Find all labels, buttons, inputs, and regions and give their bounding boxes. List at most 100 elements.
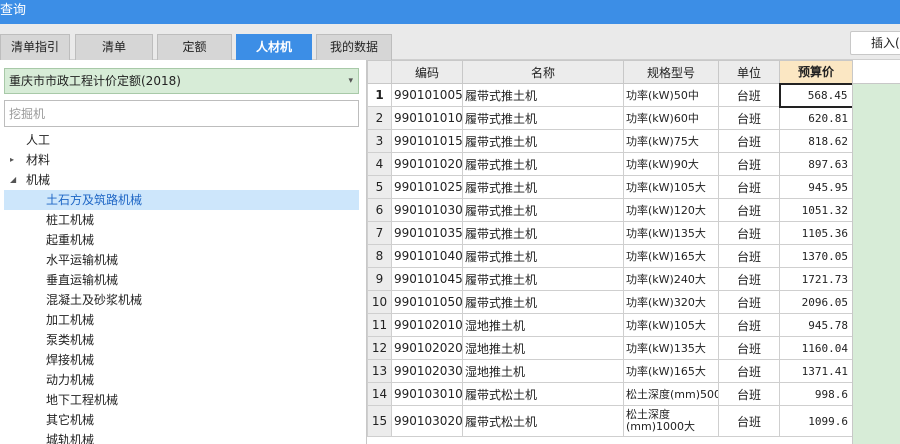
cell-name[interactable]: 履带式推土机 [462,198,624,222]
row-number[interactable]: 2 [367,106,392,130]
cell-spec[interactable]: 功率(kW)60中 [623,106,719,130]
cell-name[interactable]: 履带式推土机 [462,267,624,291]
row-number[interactable]: 13 [367,359,392,383]
cell-spec[interactable]: 功率(kW)120大 [623,198,719,222]
cell-name[interactable]: 湿地推土机 [462,313,624,337]
row-number[interactable]: 1 [367,83,392,107]
row-number[interactable]: 15 [367,405,392,437]
cell-unit[interactable]: 台班 [718,83,780,107]
row-number[interactable]: 8 [367,244,392,268]
table-row[interactable]: 3 990101015 履带式推土机 功率(kW)75大 台班 818.62 [367,129,853,153]
cell-code[interactable]: 990101050 [391,290,463,314]
tree-item-lifting-machinery[interactable]: 起重机械 [46,230,356,250]
tree-item-other[interactable]: 其它机械 [46,410,356,430]
row-number[interactable]: 6 [367,198,392,222]
tree-item-machinery[interactable]: ◢ 机械 [10,170,356,190]
cell-spec[interactable]: 松土深度(mm)500大 [623,382,719,406]
cell-unit[interactable]: 台班 [718,106,780,130]
row-number[interactable]: 9 [367,267,392,291]
row-number[interactable]: 3 [367,129,392,153]
cell-code[interactable]: 990101010 [391,106,463,130]
row-number[interactable]: 5 [367,175,392,199]
row-number[interactable]: 10 [367,290,392,314]
tab-bill-guide[interactable]: 清单指引 [0,34,70,60]
tab-labor-material-machine[interactable]: 人材机 [236,34,312,60]
row-number[interactable]: 11 [367,313,392,337]
table-row[interactable]: 11 990102010 湿地推土机 功率(kW)105大 台班 945.78 [367,313,853,337]
cell-budget-price[interactable]: 1371.41 [779,359,853,383]
cell-name[interactable]: 履带式推土机 [462,290,624,314]
column-header-code[interactable]: 编码 [391,60,463,84]
cell-unit[interactable]: 台班 [718,244,780,268]
column-header-unit[interactable]: 单位 [718,60,780,84]
cell-code[interactable]: 990102010 [391,313,463,337]
cell-code[interactable]: 990101045 [391,267,463,291]
tree-item-welding[interactable]: 焊接机械 [46,350,356,370]
cell-unit[interactable]: 台班 [718,359,780,383]
tab-my-data[interactable]: 我的数据 [316,34,392,60]
tree-item-earthwork-road-machinery[interactable]: 土石方及筑路机械 [4,190,359,210]
cell-name[interactable]: 履带式松土机 [462,405,624,437]
table-row[interactable]: 7 990101035 履带式推土机 功率(kW)135大 台班 1105.36 [367,221,853,245]
tree-item-material[interactable]: ▸ 材料 [10,150,356,170]
cell-budget-price[interactable]: 945.78 [779,313,853,337]
table-row[interactable]: 2 990101010 履带式推土机 功率(kW)60中 台班 620.81 [367,106,853,130]
cell-budget-price[interactable]: 1105.36 [779,221,853,245]
cell-code[interactable]: 990101040 [391,244,463,268]
cell-code[interactable]: 990101030 [391,198,463,222]
column-header-spec[interactable]: 规格型号 [623,60,719,84]
tree-item-horizontal-transport[interactable]: 水平运输机械 [46,250,356,270]
tree-item-vertical-transport[interactable]: 垂直运输机械 [46,270,356,290]
table-row[interactable]: 8 990101040 履带式推土机 功率(kW)165大 台班 1370.05 [367,244,853,268]
table-row[interactable]: 10 990101050 履带式推土机 功率(kW)320大 台班 2096.05 [367,290,853,314]
cell-name[interactable]: 履带式推土机 [462,175,624,199]
row-number[interactable]: 7 [367,221,392,245]
tree-item-labor[interactable]: 人工 [26,130,356,150]
table-row[interactable]: 5 990101025 履带式推土机 功率(kW)105大 台班 945.95 [367,175,853,199]
cell-unit[interactable]: 台班 [718,336,780,360]
cell-unit[interactable]: 台班 [718,267,780,291]
cell-unit[interactable]: 台班 [718,129,780,153]
cell-name[interactable]: 履带式推土机 [462,152,624,176]
cell-code[interactable]: 990102020 [391,336,463,360]
table-row[interactable]: 12 990102020 湿地推土机 功率(kW)135大 台班 1160.04 [367,336,853,360]
tree-item-underground[interactable]: 地下工程机械 [46,390,356,410]
cell-name[interactable]: 履带式推土机 [462,244,624,268]
cell-code[interactable]: 990102030 [391,359,463,383]
tree-item-pile-machinery[interactable]: 桩工机械 [46,210,356,230]
cell-spec[interactable]: 功率(kW)90大 [623,152,719,176]
cell-name[interactable]: 履带式松土机 [462,382,624,406]
cell-spec[interactable]: 功率(kW)240大 [623,267,719,291]
tree-item-concrete-mortar[interactable]: 混凝土及砂浆机械 [46,290,356,310]
insert-button[interactable]: 插入( [850,31,900,55]
search-input[interactable] [4,100,359,127]
cell-spec[interactable]: 功率(kW)165大 [623,359,719,383]
cell-spec[interactable]: 功率(kW)105大 [623,313,719,337]
cell-code[interactable]: 990101020 [391,152,463,176]
cell-spec[interactable]: 功率(kW)105大 [623,175,719,199]
cell-spec[interactable]: 功率(kW)320大 [623,290,719,314]
cell-name[interactable]: 履带式推土机 [462,83,624,107]
row-number[interactable]: 12 [367,336,392,360]
cell-budget-price[interactable]: 1370.05 [779,244,853,268]
cell-unit[interactable]: 台班 [718,175,780,199]
cell-name[interactable]: 履带式推土机 [462,221,624,245]
cell-budget-price[interactable]: 568.45 [778,82,854,108]
cell-name[interactable]: 履带式推土机 [462,129,624,153]
cell-spec[interactable]: 功率(kW)135大 [623,336,719,360]
cell-spec[interactable]: 功率(kW)75大 [623,129,719,153]
cell-code[interactable]: 990101035 [391,221,463,245]
cell-unit[interactable]: 台班 [718,405,780,437]
tree-item-power[interactable]: 动力机械 [46,370,356,390]
row-number[interactable]: 14 [367,382,392,406]
cell-budget-price[interactable]: 2096.05 [779,290,853,314]
table-row[interactable]: 15 990103020 履带式松土机 松土深度(mm)1000大 台班 1099.6 [367,405,853,437]
cell-budget-price[interactable]: 998.6 [779,382,853,406]
cell-budget-price[interactable]: 1099.6 [779,405,853,437]
cell-budget-price[interactable]: 945.95 [779,175,853,199]
table-row[interactable]: 13 990102030 湿地推土机 功率(kW)165大 台班 1371.41 [367,359,853,383]
cell-unit[interactable]: 台班 [718,382,780,406]
tab-quota[interactable]: 定额 [157,34,232,60]
column-header-budget-price[interactable]: 预算价 [779,60,853,84]
row-number[interactable]: 4 [367,152,392,176]
